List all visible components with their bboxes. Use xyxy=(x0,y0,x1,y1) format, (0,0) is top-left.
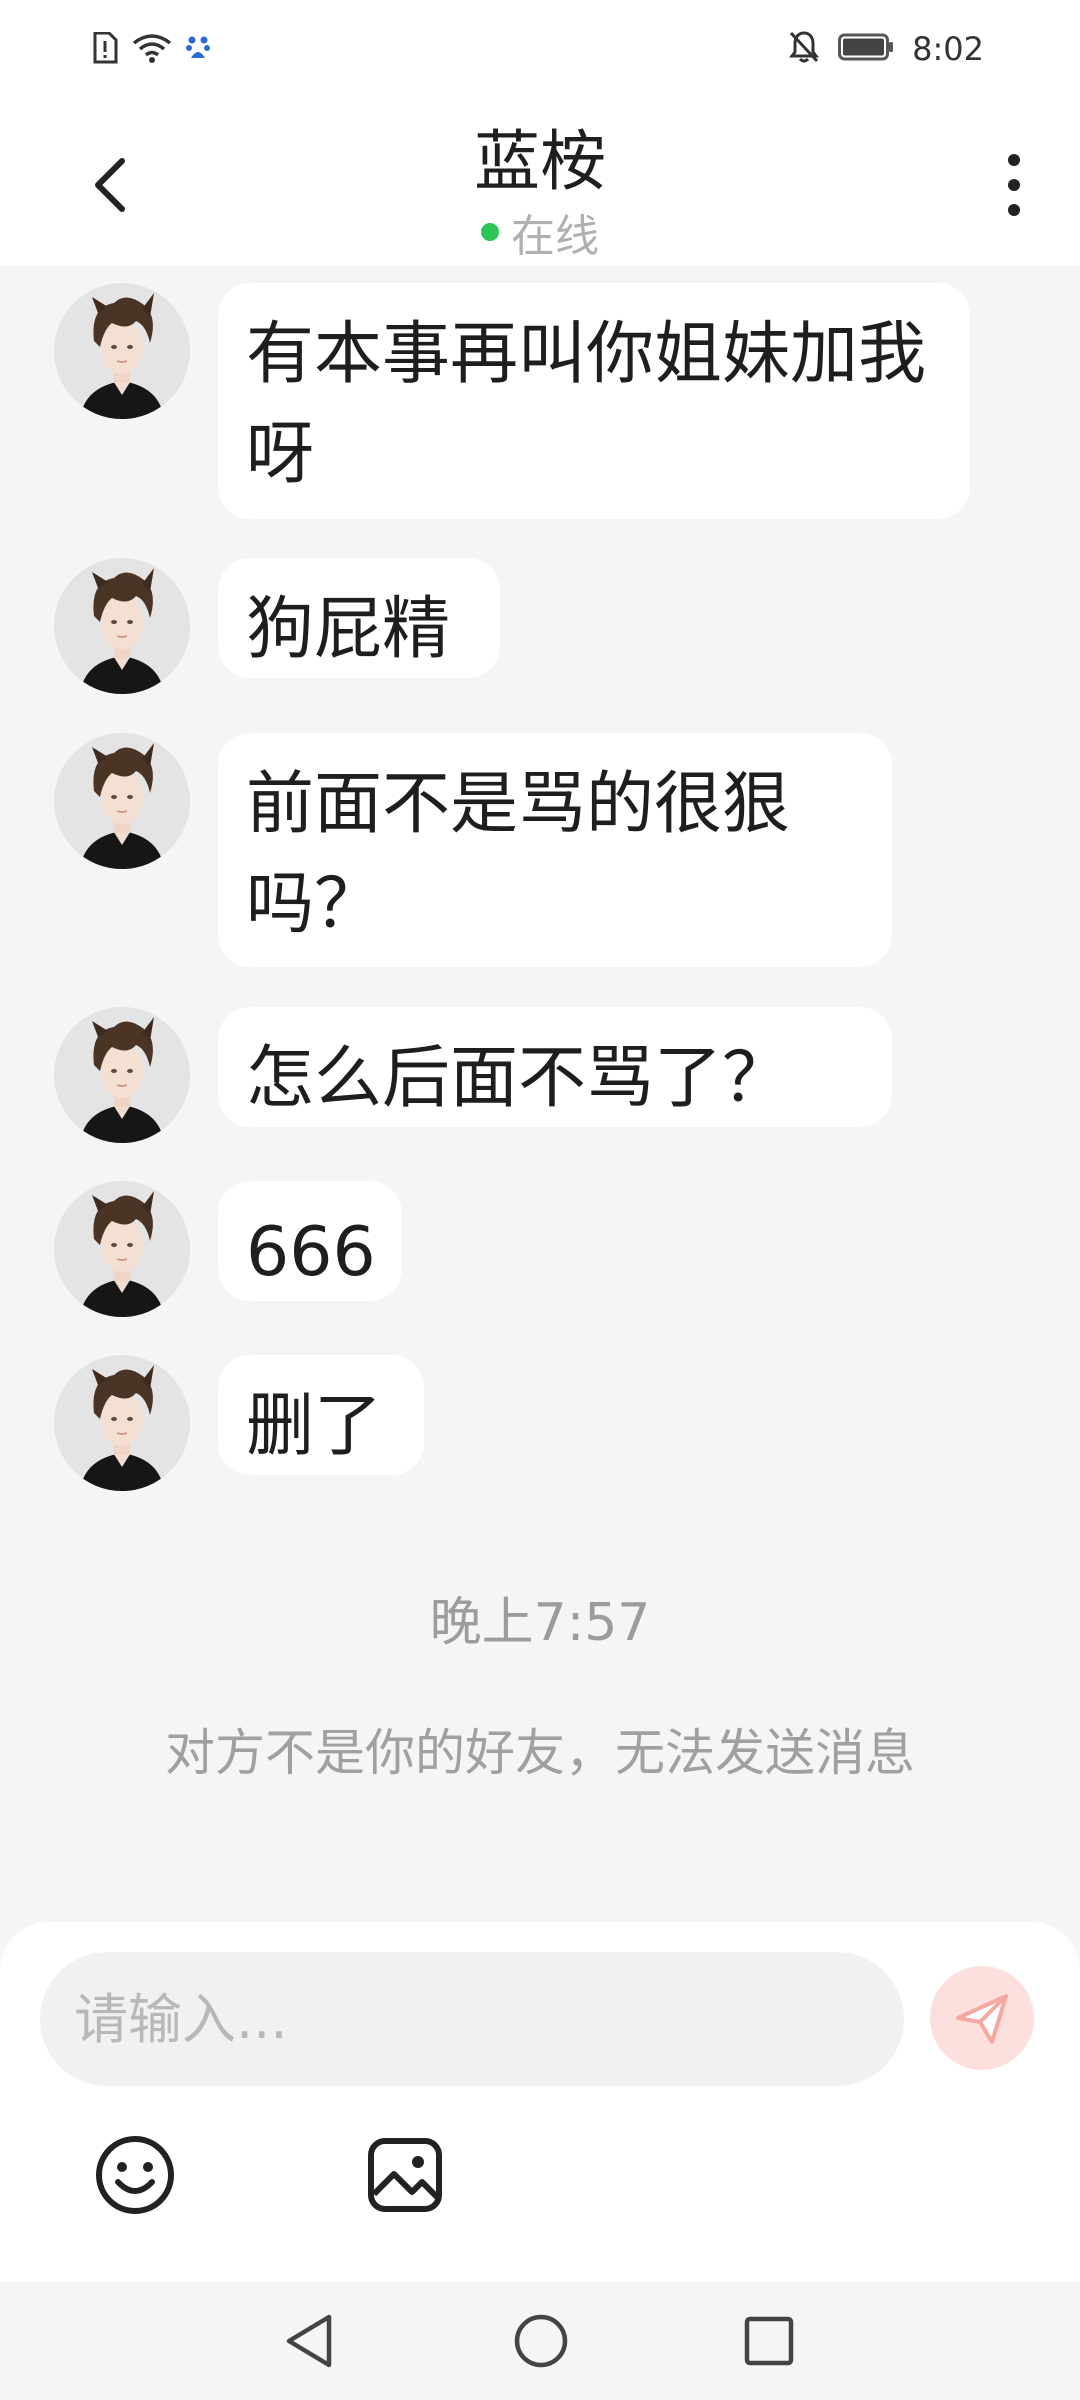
message-bubble[interactable]: 666 xyxy=(218,1181,402,1301)
status-right-icons: 8:02 xyxy=(788,30,984,68)
avatar[interactable] xyxy=(54,1181,190,1317)
status-time: 8:02 xyxy=(912,30,984,68)
avatar[interactable] xyxy=(54,283,190,419)
message-input[interactable] xyxy=(40,1952,904,2086)
message-composer xyxy=(0,1922,1080,2282)
message-bubble[interactable]: 有本事再叫你姐妹加我呀 xyxy=(218,283,970,519)
online-status-text: 在线 xyxy=(511,211,599,262)
message-bubble[interactable]: 怎么后面不骂了？ xyxy=(218,1007,892,1127)
wifi-icon xyxy=(132,33,172,67)
avatar[interactable] xyxy=(54,733,190,869)
more-options-button[interactable] xyxy=(994,150,1034,220)
sim-alert-icon xyxy=(92,31,118,68)
status-left-icons xyxy=(92,31,210,68)
avatar-portrait-icon xyxy=(54,733,190,869)
avatar-portrait-icon xyxy=(54,558,190,694)
message-bubble[interactable]: 删了 xyxy=(218,1355,424,1475)
avatar-portrait-icon xyxy=(54,283,190,419)
more-dot-icon xyxy=(1008,179,1020,191)
chat-header: 蓝桉 在线 xyxy=(0,100,1080,266)
battery-icon xyxy=(838,33,894,65)
not-friend-notice: 对方不是你的好友，无法发送消息 xyxy=(165,1724,915,1782)
message-timestamp: 晚上7:57 xyxy=(429,1593,651,1653)
recents-square-icon xyxy=(744,2316,794,2366)
avatar-portrait-icon xyxy=(54,1181,190,1317)
back-triangle-icon xyxy=(286,2314,332,2368)
avatar[interactable] xyxy=(54,1007,190,1143)
send-button[interactable] xyxy=(930,1966,1034,2070)
system-nav-bar xyxy=(0,2282,1080,2400)
image-icon xyxy=(368,2138,442,2212)
online-dot-icon xyxy=(481,223,499,241)
nav-home-button[interactable] xyxy=(510,2310,572,2372)
avatar-portrait-icon xyxy=(54,1007,190,1143)
home-circle-icon xyxy=(514,2314,568,2368)
mute-bell-icon xyxy=(788,30,820,68)
send-paper-plane-icon xyxy=(956,1994,1008,2044)
emoji-button[interactable] xyxy=(90,2130,180,2220)
nav-back-button[interactable] xyxy=(278,2310,340,2372)
avatar[interactable] xyxy=(54,1355,190,1491)
message-bubble[interactable]: 前面不是骂的很狠吗？ xyxy=(218,733,892,967)
online-status: 在线 xyxy=(0,200,1080,264)
contact-name: 蓝桉 xyxy=(474,123,606,200)
more-dot-icon xyxy=(1008,154,1020,166)
message-bubble[interactable]: 狗屁精 xyxy=(218,558,500,678)
status-bar: 8:02 xyxy=(0,0,1080,100)
nav-recents-button[interactable] xyxy=(738,2310,800,2372)
more-dot-icon xyxy=(1008,204,1020,216)
image-button[interactable] xyxy=(360,2130,450,2220)
emoji-icon xyxy=(96,2136,174,2214)
avatar[interactable] xyxy=(54,558,190,694)
avatar-portrait-icon xyxy=(54,1355,190,1491)
app-notification-icon xyxy=(186,34,210,66)
